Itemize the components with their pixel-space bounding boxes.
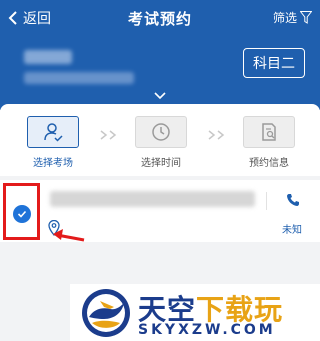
filter-label: 筛选 <box>272 11 297 25</box>
clock-icon <box>152 123 170 141</box>
venue-status-label: 未知 <box>282 225 302 236</box>
watermark: 天空下载玩 SKYXZW.COM <box>70 284 320 341</box>
filter-button[interactable]: 筛选 <box>273 9 312 26</box>
header: 返回 考试预约 筛选 科目二 <box>0 0 320 110</box>
step-icon-box <box>135 116 187 148</box>
step-icon-box <box>27 116 79 148</box>
navbar: 返回 考试预约 筛选 <box>0 0 320 36</box>
person-check-icon <box>44 123 63 142</box>
blurred-user-id <box>24 72 134 84</box>
step-label: 选择时间 <box>141 158 181 169</box>
red-highlight-box <box>3 183 40 240</box>
phone-icon[interactable] <box>286 193 300 207</box>
funnel-icon <box>300 11 312 24</box>
double-chevron-right-icon <box>100 130 117 140</box>
red-annotation-arrow-icon <box>53 229 85 242</box>
blurred-venue-name <box>50 191 255 207</box>
booking-steps: 选择考场 选择时间 预约信息 <box>0 104 320 176</box>
skyxzw-logo-icon <box>82 289 130 337</box>
document-search-icon <box>262 123 276 141</box>
watermark-url: SKYXZW.COM <box>138 322 276 338</box>
step-label: 选择考场 <box>33 158 73 169</box>
step-select-time[interactable]: 选择时间 <box>131 116 191 169</box>
exam-booking-page: 返回 考试预约 筛选 科目二 选择考场 选择时间 预约信息 未知 天空下载玩 S… <box>0 0 320 341</box>
step-select-venue[interactable]: 选择考场 <box>23 116 83 169</box>
chevron-down-icon[interactable] <box>154 92 166 100</box>
blurred-user-name <box>24 50 72 64</box>
step-booking-info[interactable]: 预约信息 <box>239 116 299 169</box>
step-label: 预约信息 <box>249 158 289 169</box>
double-chevron-right-icon <box>208 130 225 140</box>
divider <box>266 192 267 210</box>
subject-badge[interactable]: 科目二 <box>243 48 305 78</box>
step-icon-box <box>243 116 295 148</box>
